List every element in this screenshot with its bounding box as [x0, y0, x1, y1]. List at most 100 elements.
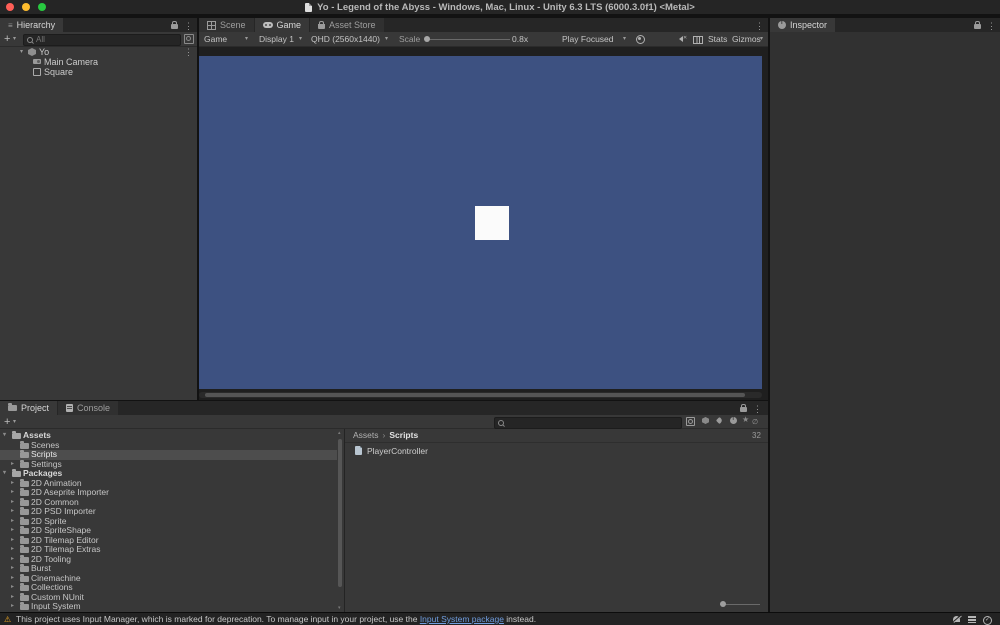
- folder-caret-icon[interactable]: ▸: [11, 479, 14, 489]
- thumbnail-slider-track[interactable]: [720, 604, 760, 605]
- scrollbar-down-arrow[interactable]: ▾: [338, 605, 341, 611]
- project-search-input[interactable]: [507, 418, 679, 426]
- play-mode-dropdown-arrow[interactable]: ▾: [623, 32, 626, 46]
- play-mode-dropdown[interactable]: Play Focused: [562, 32, 614, 46]
- folder-caret-icon[interactable]: ▸: [11, 507, 14, 517]
- folder-caret-icon[interactable]: ▸: [11, 564, 14, 574]
- folder-caret-icon[interactable]: ▸: [11, 498, 14, 508]
- folder-icon: [20, 509, 29, 515]
- game-viewport[interactable]: [199, 56, 762, 389]
- hierarchy-tree: ▾ Yo Main Camera Square: [0, 47, 197, 400]
- view-tab[interactable]: Asset Store: [310, 18, 384, 32]
- gizmos-dropdown-arrow[interactable]: ▾: [760, 32, 763, 46]
- package-visibility-icon[interactable]: [702, 417, 709, 424]
- horizontal-scrollbar[interactable]: [199, 392, 762, 398]
- project-tabstrip: Project Console: [0, 401, 768, 415]
- breadcrumb-current[interactable]: Scripts: [389, 430, 418, 440]
- folder-caret-icon[interactable]: ▸: [11, 593, 14, 603]
- create-asset-dropdown-arrow[interactable]: ▾: [13, 415, 16, 429]
- view-mode-dropdown[interactable]: Game: [204, 32, 227, 46]
- search-filter-icon[interactable]: [184, 34, 194, 44]
- search-by-type-icon[interactable]: [686, 417, 695, 426]
- expand-caret-icon[interactable]: ▾: [20, 47, 23, 57]
- scale-slider-handle[interactable]: [424, 36, 430, 42]
- hierarchy-row[interactable]: ▾ Yo: [0, 47, 197, 57]
- breadcrumb-root[interactable]: Assets: [353, 430, 379, 440]
- folder-caret-icon[interactable]: ▾: [3, 431, 6, 441]
- capture-icon[interactable]: [636, 35, 645, 44]
- label-tag-icon[interactable]: [716, 417, 723, 424]
- status-message[interactable]: This project uses Input Manager, which i…: [16, 613, 536, 625]
- view-tab[interactable]: Game: [255, 18, 310, 32]
- view-tab[interactable]: Scene: [199, 18, 254, 32]
- inspector-kebab-icon[interactable]: [987, 16, 996, 34]
- game-view-panel: Scene Game Asset Store Game ▾ Display 1 …: [199, 18, 768, 400]
- folder-caret-icon[interactable]: ▸: [11, 574, 14, 584]
- folder-caret-icon[interactable]: ▸: [11, 583, 14, 593]
- vsync-icon[interactable]: [693, 36, 703, 44]
- folder-icon: [20, 528, 29, 534]
- scrollbar-thumb[interactable]: [338, 439, 342, 587]
- display-dropdown-arrow[interactable]: ▾: [299, 32, 302, 46]
- console-log-icon[interactable]: [968, 616, 976, 623]
- inspector-lock-icon[interactable]: [974, 24, 981, 29]
- scrollbar-up-arrow[interactable]: ▴: [338, 430, 341, 436]
- hierarchy-search-input[interactable]: [36, 35, 178, 43]
- row-kebab-menu-icon[interactable]: [184, 47, 193, 57]
- hierarchy-toolbar: + ▾: [0, 32, 197, 47]
- lock-icon[interactable]: [171, 24, 178, 29]
- background-tasks-done-icon[interactable]: [983, 616, 992, 625]
- scale-slider-track[interactable]: [425, 39, 510, 40]
- folder-caret-icon[interactable]: ▾: [3, 469, 6, 479]
- bottom-tab[interactable]: Console: [58, 401, 118, 415]
- folder-caret-icon[interactable]: ▸: [11, 545, 14, 555]
- folder-caret-icon[interactable]: ▸: [11, 536, 14, 546]
- project-tree-scrollbar[interactable]: ▴ ▾: [337, 431, 344, 610]
- folder-icon: [20, 595, 29, 601]
- hierarchy-row[interactable]: Square: [0, 67, 197, 77]
- scale-value: 0.8x: [512, 32, 528, 46]
- view-mode-dropdown-arrow[interactable]: ▾: [245, 32, 248, 46]
- horizontal-scrollbar-thumb[interactable]: [205, 393, 745, 397]
- folder-icon: [12, 433, 21, 439]
- thumbnail-slider-handle[interactable]: [720, 601, 726, 607]
- hierarchy-search[interactable]: [23, 34, 181, 46]
- hierarchy-item-label[interactable]: Main Camera: [0, 57, 197, 67]
- folder-caret-icon[interactable]: ▸: [11, 526, 14, 536]
- stats-button[interactable]: Stats: [708, 32, 727, 46]
- folder-icon: [20, 566, 29, 572]
- folder-caret-icon[interactable]: ▸: [11, 555, 14, 565]
- project-search[interactable]: [494, 417, 682, 429]
- display-dropdown[interactable]: Display 1: [259, 32, 294, 46]
- favorites-star-icon[interactable]: [742, 415, 749, 424]
- resolution-dropdown-arrow[interactable]: ▾: [385, 32, 388, 46]
- folder-icon: [20, 538, 29, 544]
- create-asset-button[interactable]: +: [4, 415, 10, 429]
- view-tab-label: Game: [277, 20, 302, 30]
- object-type-icon: [33, 59, 41, 64]
- asset-item-label[interactable]: PlayerController: [355, 446, 428, 456]
- asset-item[interactable]: PlayerController: [355, 446, 428, 456]
- notifications-muted-icon[interactable]: [953, 616, 960, 622]
- resolution-dropdown[interactable]: QHD (2560x1440): [311, 32, 380, 46]
- info-icon[interactable]: [730, 417, 737, 424]
- project-lock-icon[interactable]: [740, 407, 747, 412]
- create-object-button[interactable]: +: [4, 32, 10, 46]
- create-object-dropdown-arrow[interactable]: ▾: [13, 32, 16, 46]
- folder-caret-icon[interactable]: ▸: [11, 602, 14, 612]
- thumbnail-size-slider[interactable]: [720, 601, 760, 607]
- status-message-suffix: instead.: [504, 614, 536, 624]
- bottom-tab[interactable]: Project: [0, 401, 57, 415]
- tab-inspector-label: Inspector: [790, 20, 827, 30]
- gizmos-dropdown[interactable]: Gizmos: [732, 32, 761, 46]
- folder-caret-icon[interactable]: ▸: [11, 517, 14, 527]
- folder-caret-icon[interactable]: ▸: [11, 460, 14, 470]
- input-system-package-link[interactable]: Input System package: [420, 614, 504, 624]
- folder-caret-icon[interactable]: ▸: [11, 488, 14, 498]
- tab-inspector[interactable]: Inspector: [770, 18, 835, 32]
- tab-hierarchy[interactable]: ≡ Hierarchy: [0, 18, 63, 32]
- mute-audio-icon[interactable]: [679, 36, 683, 42]
- hierarchy-row[interactable]: Main Camera: [0, 57, 197, 67]
- folder-icon: [20, 576, 29, 582]
- hierarchy-item-label[interactable]: Square: [0, 67, 197, 77]
